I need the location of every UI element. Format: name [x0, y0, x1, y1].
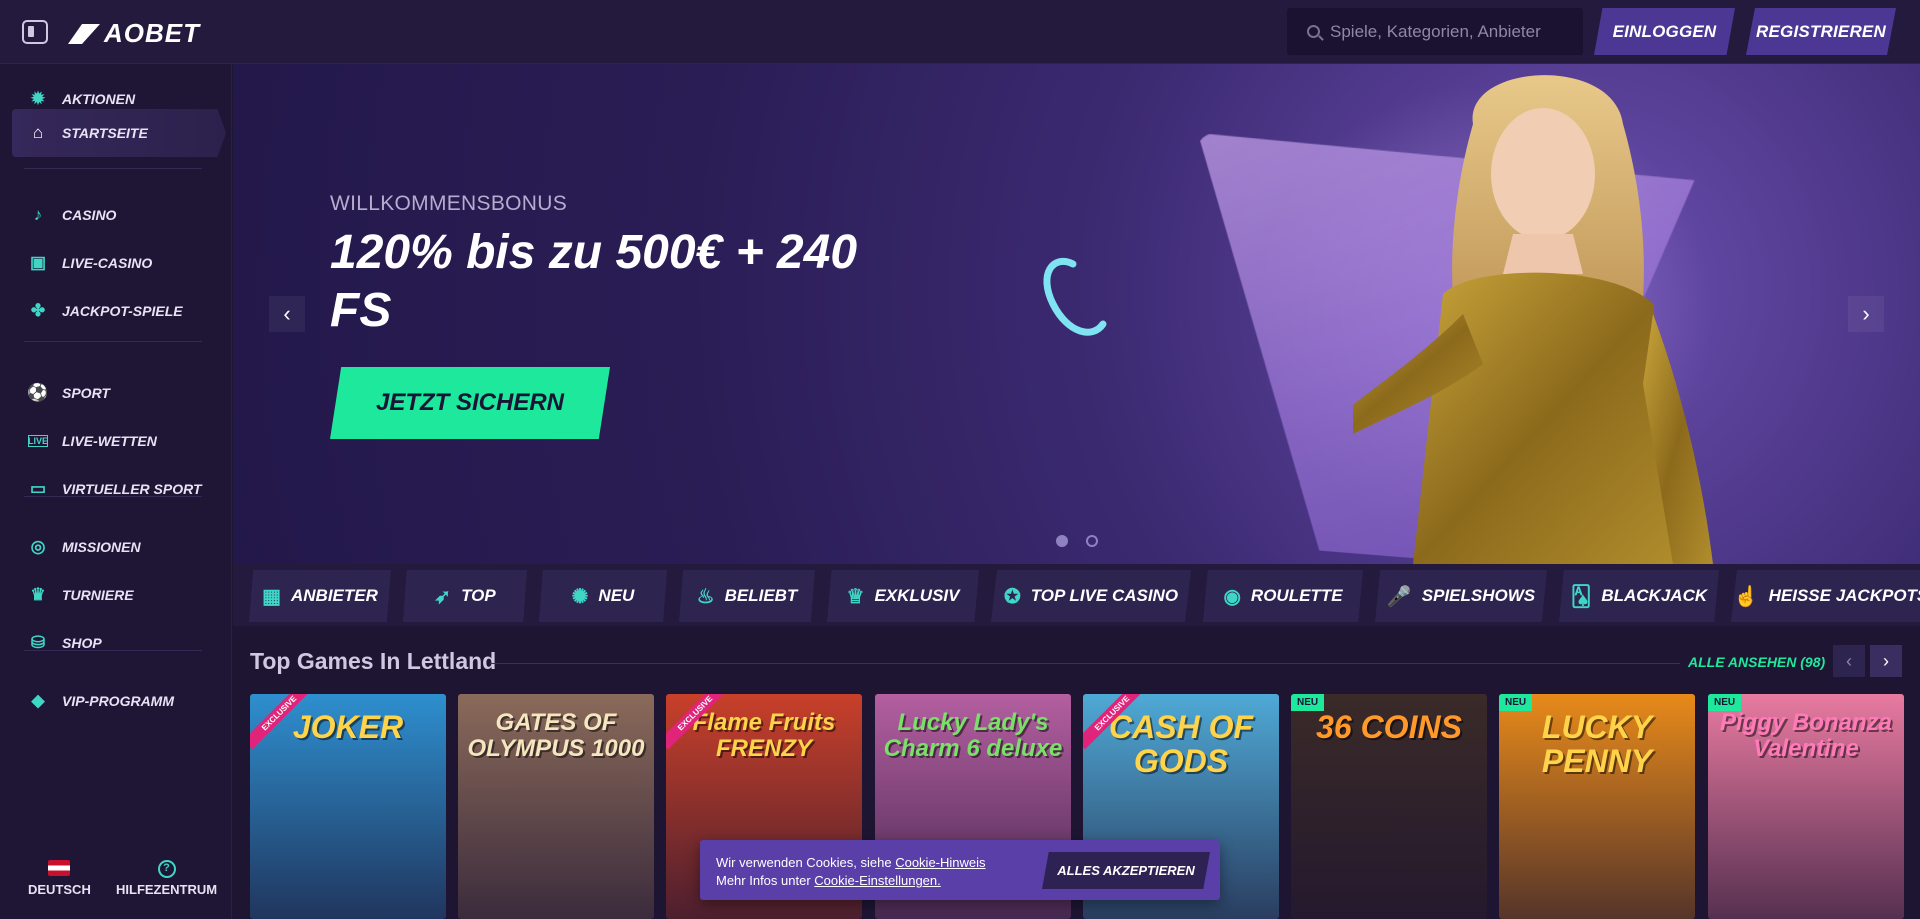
hero-banner[interactable]: WILLKOMMENSBONUS 120% bis zu 500€ + 240 …: [233, 64, 1920, 564]
game-tile[interactable]: NEU Piggy Bonanza Valentine: [1708, 694, 1904, 919]
flame-icon: ♨: [696, 585, 715, 608]
game-title: 36 COINS: [1316, 709, 1462, 745]
hero-subtitle: WILLKOMMENSBONUS: [330, 192, 567, 215]
sidebar: ✹ AKTIONEN ⌂ STARTSEITE ♪ CASINO ▣ LIVE-CASI…: [0, 64, 232, 919]
hero-prev-button[interactable]: ‹: [269, 296, 305, 332]
roulette-icon: ◉: [1223, 585, 1241, 608]
see-all-link[interactable]: ALLE ANSEHEN (98): [1688, 654, 1825, 670]
login-button[interactable]: EINLOGGEN: [1594, 8, 1735, 55]
slide-dot[interactable]: [1056, 535, 1068, 547]
sidebar-divider: [24, 168, 202, 169]
cards-icon: 🂡: [1570, 585, 1592, 608]
games-next-button[interactable]: ›: [1870, 645, 1902, 677]
trophy-icon: ♛: [30, 585, 46, 604]
crown-icon: ♕: [846, 585, 865, 608]
game-tile[interactable]: EXCLUSIVE JOKER: [250, 694, 446, 919]
sidebar-toggle-icon[interactable]: [22, 20, 48, 44]
section-title: Top Games In Lettland: [250, 648, 497, 674]
sidebar-divider: [24, 496, 202, 497]
rocket-icon: ➶: [434, 585, 452, 608]
search-input[interactable]: [1330, 21, 1570, 42]
cookie-notice-link[interactable]: Cookie-Hinweis: [895, 855, 985, 870]
chevron-right-icon: ›: [1883, 650, 1889, 671]
sidebar-item-shop[interactable]: ⛁ SHOP: [12, 619, 226, 667]
sidebar-item-virtueller-sport[interactable]: ▭ VIRTUELLER SPORT: [12, 465, 226, 513]
sidebar-item-turniere[interactable]: ♛ TURNIERE: [12, 571, 226, 619]
sidebar-item-casino[interactable]: ♪ CASINO: [12, 191, 226, 239]
top-header: AOBET EINLOGGEN REGISTRIEREN: [0, 0, 1920, 64]
tab-neu[interactable]: ✺ NEU: [539, 570, 667, 622]
sidebar-item-jackpot-spiele[interactable]: ✤ JACKPOT-SPIELE: [12, 287, 226, 335]
sidebar-item-live-casino[interactable]: ▣ LIVE-CASINO: [12, 239, 226, 287]
cookie-settings-link[interactable]: Cookie-Einstellungen.: [814, 873, 940, 888]
hero-woman-image: [1353, 75, 1713, 564]
chevron-right-icon: ›: [1862, 301, 1870, 326]
new-badge-icon: ✺: [571, 585, 589, 608]
cherries-icon: ♪: [33, 205, 43, 224]
game-tile[interactable]: GATES OF OLYMPUS 1000: [458, 694, 654, 919]
star-circle-icon: ✪: [1003, 585, 1021, 608]
game-badge: NEU: [1499, 694, 1533, 711]
sidebar-item-live-wetten[interactable]: LIVE LIVE-WETTEN: [12, 417, 226, 465]
fire-hand-icon: ☝: [1733, 585, 1759, 608]
language-selector[interactable]: DEUTSCH: [28, 860, 91, 897]
hero-cta-button[interactable]: JETZT SICHERN: [330, 367, 610, 439]
gift-icon: ✹: [30, 89, 46, 108]
sidebar-item-startseite[interactable]: ⌂ STARTSEITE: [12, 109, 226, 157]
game-tile[interactable]: NEU LUCKY PENNY: [1499, 694, 1695, 919]
squiggle-decoration-icon: [1043, 258, 1107, 336]
slide-indicator: [1056, 535, 1098, 547]
logo[interactable]: AOBET: [68, 18, 200, 49]
austria-flag-icon: [48, 860, 71, 876]
soccer-icon: ⚽: [27, 383, 49, 402]
clover-icon: ✤: [30, 301, 46, 320]
chevron-left-icon: ‹: [1846, 650, 1852, 671]
tab-beliebt[interactable]: ♨ BELIEBT: [679, 570, 815, 622]
search-box[interactable]: [1287, 8, 1583, 55]
game-title: JOKER: [292, 709, 404, 745]
tab-top-live-casino[interactable]: ✪ TOP LIVE CASINO: [991, 570, 1191, 622]
chevron-left-icon: ‹: [283, 301, 291, 326]
tab-blackjack[interactable]: 🂡 BLACKJACK: [1559, 570, 1719, 622]
microphone-icon: 🎤: [1386, 585, 1412, 608]
home-icon: ⌂: [32, 123, 44, 142]
sidebar-divider: [24, 341, 202, 342]
sidebar-item-missionen[interactable]: ◎ MISSIONEN: [12, 523, 226, 571]
game-badge: NEU: [1291, 694, 1325, 711]
game-badge: NEU: [1708, 694, 1742, 711]
register-button[interactable]: REGISTRIEREN: [1746, 8, 1896, 55]
tab-anbieter[interactable]: ▦ ANBIETER: [249, 570, 391, 622]
help-center-link[interactable]: ? HILFEZENTRUM: [116, 860, 217, 897]
diamond-icon: ◆: [31, 691, 45, 710]
tab-heisse-jackpots[interactable]: ☝ HEISSE JACKPOTS: [1731, 570, 1920, 622]
tab-top[interactable]: ➶ TOP: [403, 570, 527, 622]
sidebar-item-sport[interactable]: ⚽ SPORT: [12, 369, 226, 417]
game-title: GATES OF OLYMPUS 1000: [467, 709, 645, 762]
sidebar-item-vip-programm[interactable]: ◆ VIP-PROGRAMM: [12, 677, 226, 725]
hero-title: 120% bis zu 500€ + 240 FS: [330, 226, 858, 337]
help-icon: ?: [157, 860, 176, 878]
grid-icon: ▦: [262, 585, 281, 608]
live-badge-icon: LIVE: [28, 435, 49, 447]
games-prev-button[interactable]: ‹: [1833, 645, 1865, 677]
logo-mark-icon: [68, 24, 102, 44]
search-icon: [1307, 25, 1320, 38]
game-title: Piggy Bonanza Valentine: [1719, 709, 1893, 762]
hero-next-button[interactable]: ›: [1848, 296, 1884, 332]
tab-exklusiv[interactable]: ♕ EXKLUSIV: [827, 570, 979, 622]
game-title: Lucky Lady's Charm 6 deluxe: [883, 709, 1063, 762]
accept-cookies-button[interactable]: ALLES AKZEPTIEREN: [1042, 852, 1210, 889]
tab-roulette[interactable]: ◉ ROULETTE: [1203, 570, 1363, 622]
sidebar-divider: [24, 650, 202, 651]
tab-spielshows[interactable]: 🎤 SPIELSHOWS: [1375, 570, 1547, 622]
medal-icon: ◎: [30, 537, 46, 556]
live-cards-icon: ▣: [29, 253, 47, 272]
slide-dot[interactable]: [1086, 535, 1098, 547]
game-title: LUCKY PENNY: [1541, 709, 1653, 779]
section-divider: [490, 663, 1680, 664]
category-tabs: ▦ ANBIETER ➶ TOP ✺ NEU ♨ BELIEBT ♕ EXKLUSIV ✪…: [233, 564, 1920, 626]
game-tile[interactable]: NEU 36 COINS: [1291, 694, 1487, 919]
